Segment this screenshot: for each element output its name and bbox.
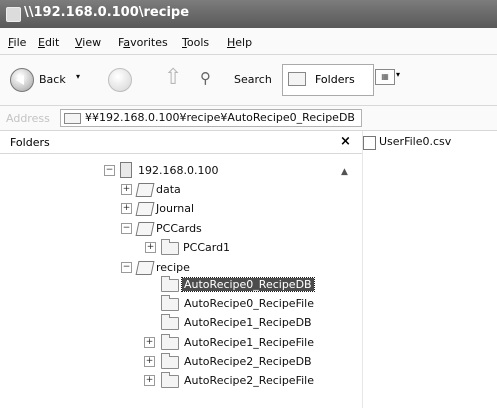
window-title: \\192.168.0.100\recipe bbox=[24, 5, 190, 20]
expand-icon[interactable]: + bbox=[145, 242, 156, 253]
expand-icon[interactable]: + bbox=[144, 356, 155, 367]
collapse-icon[interactable]: − bbox=[104, 165, 115, 176]
menu-favorites[interactable]: Favorites bbox=[118, 36, 168, 49]
file-list-pane: UserFile0.csv bbox=[362, 131, 497, 408]
network-drive-icon bbox=[135, 183, 155, 197]
network-computer-icon bbox=[120, 162, 132, 178]
network-drive-icon bbox=[135, 222, 155, 236]
folders-pane-header: Folders × bbox=[0, 131, 362, 154]
network-drive-icon bbox=[135, 261, 155, 275]
tree-label-selected: AutoRecipe0_RecipeDB bbox=[181, 277, 315, 292]
views-button[interactable]: ▦ ▾ bbox=[375, 66, 403, 90]
menu-view[interactable]: View bbox=[75, 36, 101, 49]
folder-open-icon bbox=[161, 276, 179, 292]
folder-icon bbox=[161, 239, 179, 255]
folder-icon bbox=[161, 372, 179, 388]
menu-bar: File Edit View Favorites Tools Help bbox=[0, 28, 497, 55]
address-folder-icon bbox=[64, 113, 81, 124]
menu-edit[interactable]: Edit bbox=[38, 36, 59, 49]
back-button[interactable]: Back ▾ bbox=[10, 67, 90, 93]
folder-icon bbox=[161, 334, 179, 350]
menu-tools[interactable]: Tools bbox=[182, 36, 209, 49]
folders-icon bbox=[288, 72, 306, 86]
expand-icon[interactable]: + bbox=[121, 203, 132, 214]
forward-arrow-icon[interactable] bbox=[108, 68, 132, 92]
network-drive-icon bbox=[135, 202, 155, 216]
collapse-icon[interactable]: − bbox=[121, 262, 132, 273]
menu-help[interactable]: Help bbox=[227, 36, 252, 49]
scroll-up-arrow-icon[interactable]: ▲ bbox=[341, 167, 348, 177]
folders-pane: Folders × ▲ − 192.168.0.100 + data + Jou… bbox=[0, 131, 362, 408]
up-folder-icon[interactable]: ⇧ bbox=[164, 65, 182, 90]
address-input[interactable]: ¥¥192.168.0.100¥recipe¥AutoRecipe0_Recip… bbox=[60, 109, 362, 127]
toolbar: Back ▾ ⇧ ⚲ Search Folders ▦ ▾ bbox=[0, 55, 497, 106]
address-label: Address bbox=[6, 112, 50, 125]
search-button[interactable]: ⚲ Search bbox=[200, 67, 278, 93]
expand-icon[interactable]: + bbox=[121, 184, 132, 195]
folders-pane-title: Folders bbox=[10, 136, 50, 149]
address-bar: Address ¥¥192.168.0.100¥recipe¥AutoRecip… bbox=[0, 106, 497, 131]
folder-icon bbox=[161, 353, 179, 369]
folder-icon bbox=[161, 295, 179, 311]
csv-file-icon bbox=[363, 136, 376, 150]
expand-icon[interactable]: + bbox=[144, 375, 155, 386]
close-icon[interactable]: × bbox=[340, 134, 351, 149]
folders-button[interactable]: Folders bbox=[282, 64, 374, 96]
menu-file[interactable]: File bbox=[8, 36, 26, 49]
expand-icon[interactable]: + bbox=[144, 337, 155, 348]
address-path: ¥¥192.168.0.100¥recipe¥AutoRecipe0_Recip… bbox=[85, 111, 355, 124]
views-dropdown-icon[interactable]: ▾ bbox=[396, 70, 400, 79]
back-dropdown-icon[interactable]: ▾ bbox=[76, 72, 80, 81]
views-grid-icon: ▦ bbox=[375, 69, 395, 85]
folder-icon bbox=[161, 314, 179, 330]
title-bar: \\192.168.0.100\recipe bbox=[0, 0, 497, 28]
search-icon: ⚲ bbox=[200, 69, 211, 87]
network-folder-icon bbox=[6, 7, 21, 22]
collapse-icon[interactable]: − bbox=[121, 223, 132, 234]
back-arrow-icon bbox=[10, 68, 34, 92]
